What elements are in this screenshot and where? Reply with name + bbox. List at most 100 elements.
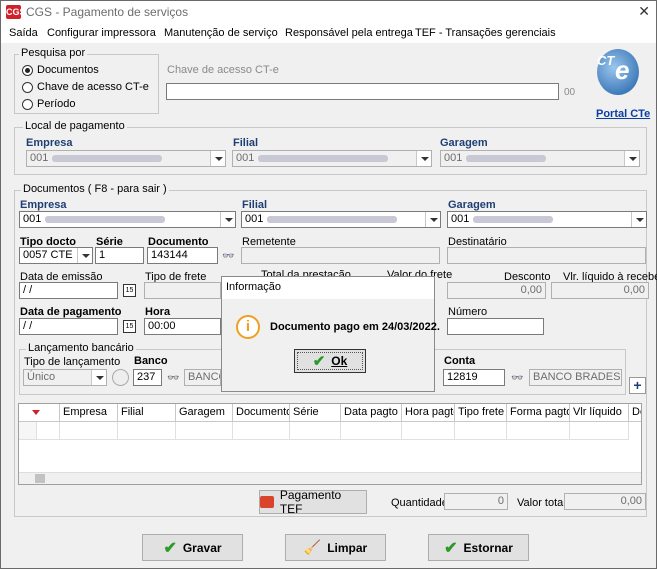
grid-header-filial[interactable]: Filial xyxy=(118,404,176,422)
info-dialog: Informação i Documento pago em 24/03/202… xyxy=(221,276,440,392)
check-icon: ✔ xyxy=(312,353,326,370)
grid-cell[interactable] xyxy=(290,422,341,440)
grid-cell[interactable] xyxy=(37,422,60,440)
grid-header-garagem[interactable]: Garagem xyxy=(176,404,233,422)
banco-nome: BANCO xyxy=(184,369,221,386)
info-icon: i xyxy=(236,315,260,339)
calendar-icon[interactable]: 15 xyxy=(123,320,136,333)
hora-input[interactable]: 00:00 xyxy=(144,318,221,335)
check-icon: ✔ xyxy=(163,539,177,557)
grid-cell[interactable] xyxy=(455,422,507,440)
estornar-button[interactable]: ✔ Estornar xyxy=(428,534,529,561)
documento-input[interactable]: 143144 xyxy=(147,247,218,264)
banco-input[interactable]: 237 xyxy=(133,369,162,386)
radio-periodo-label: Período xyxy=(37,98,76,110)
doc-garagem-select[interactable]: 001 xyxy=(447,211,647,228)
estornar-label: Estornar xyxy=(463,540,513,555)
binoculars-icon[interactable]: 👓 xyxy=(511,373,523,384)
add-icon[interactable]: + xyxy=(629,377,646,394)
grid-header-vlr-liquido[interactable]: Vlr líquido xyxy=(570,404,629,422)
documentos-legend: Documentos ( F8 - para sair ) xyxy=(21,183,169,195)
grid-row-indicator xyxy=(19,422,37,440)
valor-total-label: Valor total xyxy=(517,497,566,509)
grid-cell[interactable] xyxy=(402,422,455,440)
grid-cell[interactable] xyxy=(118,422,176,440)
liquido-input: 0,00 xyxy=(551,282,649,299)
grid-header-des[interactable]: Des xyxy=(629,404,641,422)
grid-horizontal-scrollbar[interactable] xyxy=(19,472,641,484)
menu-tef[interactable]: TEF - Transações gerenciais xyxy=(415,27,556,39)
menu-responsavel-entrega[interactable]: Responsável pela entrega xyxy=(285,27,413,39)
chave-label: Chave de acesso CT-e xyxy=(167,64,279,76)
limpar-button[interactable]: 🧹 Limpar xyxy=(285,534,386,561)
serie-input[interactable]: 1 xyxy=(95,247,144,264)
dialog-message: Documento pago em 24/03/2022. xyxy=(270,321,440,333)
grid-header-documento[interactable]: Documento xyxy=(233,404,290,422)
grid-cell[interactable] xyxy=(507,422,570,440)
destinatario-input xyxy=(447,247,646,264)
close-icon[interactable]: ✕ xyxy=(638,3,650,20)
radio-documentos[interactable] xyxy=(22,65,33,76)
calendar-icon[interactable]: 15 xyxy=(123,284,136,297)
grid-header-data-pagto[interactable]: Data pagto xyxy=(341,404,402,422)
pagamento-tef-button[interactable]: Pagamento TEF xyxy=(259,488,367,516)
grid-cell[interactable] xyxy=(233,422,290,440)
dialog-title: Informação xyxy=(226,281,282,293)
doc-empresa-select[interactable]: 001 xyxy=(19,211,236,228)
desconto-input: 0,00 xyxy=(447,282,546,299)
radio-documentos-label: Documentos xyxy=(37,64,99,76)
local-empresa-select[interactable]: 001 xyxy=(26,150,226,167)
banco-label: Banco xyxy=(134,355,168,367)
local-garagem-select[interactable]: 001 xyxy=(440,150,640,167)
grid-header-serie[interactable]: Série xyxy=(290,404,341,422)
main-window: CGS CGS - Pagamento de serviços ✕ Saída … xyxy=(0,0,657,569)
local-garagem-label: Garagem xyxy=(440,137,488,149)
emissao-input[interactable]: / / xyxy=(19,282,118,299)
grid-cell[interactable] xyxy=(60,422,118,440)
tipo-lanc-select[interactable]: Único xyxy=(23,369,107,386)
menu-manutencao-servico[interactable]: Manutenção de serviço xyxy=(164,27,278,39)
portal-cte-link[interactable]: Portal CTe xyxy=(596,108,650,120)
ok-label: Ok xyxy=(331,354,348,368)
binoculars-icon[interactable]: 👓 xyxy=(222,251,234,262)
broom-icon: 🧹 xyxy=(303,539,322,555)
grid-cell[interactable] xyxy=(341,422,402,440)
radio-chave[interactable] xyxy=(22,82,33,93)
quantidade-input: 0 xyxy=(444,493,508,510)
doc-filial-select[interactable]: 001 xyxy=(241,211,441,228)
pagamento-tef-label: Pagamento TEF xyxy=(279,488,342,516)
gravar-button[interactable]: ✔ Gravar xyxy=(142,534,243,561)
chave-input[interactable] xyxy=(166,83,559,100)
ok-button[interactable]: ✔ Ok xyxy=(294,349,366,373)
local-filial-select[interactable]: 001 xyxy=(232,150,432,167)
menu-saida[interactable]: Saída xyxy=(9,27,38,39)
grid-cell[interactable] xyxy=(176,422,233,440)
conta-input[interactable]: 12819 xyxy=(443,369,505,386)
conta-banco: BANCO BRADESCO xyxy=(529,369,622,386)
tipo-docto-select[interactable]: 0057 CTE xyxy=(19,247,93,264)
radio-periodo[interactable] xyxy=(22,99,33,110)
grid-header-empresa[interactable]: Empresa xyxy=(60,404,118,422)
radio-chave-label: Chave de acesso CT-e xyxy=(37,81,149,93)
local-filial-label: Filial xyxy=(233,137,259,149)
limpar-label: Limpar xyxy=(327,540,368,555)
refresh-icon[interactable] xyxy=(112,369,129,386)
pagamento-input[interactable]: / / xyxy=(19,318,118,335)
hora-label: Hora xyxy=(145,306,171,318)
quantidade-label: Quantidade xyxy=(391,497,448,509)
tipo-lanc-label: Tipo de lançamento xyxy=(24,356,121,368)
grid-header-tipo-frete[interactable]: Tipo frete xyxy=(455,404,507,422)
numero-input[interactable] xyxy=(447,318,544,335)
grid-cell[interactable] xyxy=(570,422,629,440)
doc-filial-label: Filial xyxy=(242,199,268,211)
binoculars-icon[interactable]: 👓 xyxy=(167,373,179,384)
grid-header-hora-pagto[interactable]: Hora pagto xyxy=(402,404,455,422)
chave-suffix: 00 xyxy=(564,87,576,98)
lancamento-legend: Lançamento bancário xyxy=(26,342,136,354)
payments-grid[interactable]: Empresa Filial Garagem Documento Série D… xyxy=(18,403,642,485)
pagamento-label: Data de pagamento xyxy=(20,306,122,318)
grid-header-forma-pagto[interactable]: Forma pagto xyxy=(507,404,570,422)
grid-sort-cell[interactable] xyxy=(19,404,60,422)
menu-configurar-impressora[interactable]: Configurar impressora xyxy=(47,27,156,39)
window-title: CGS - Pagamento de serviços xyxy=(26,5,189,19)
